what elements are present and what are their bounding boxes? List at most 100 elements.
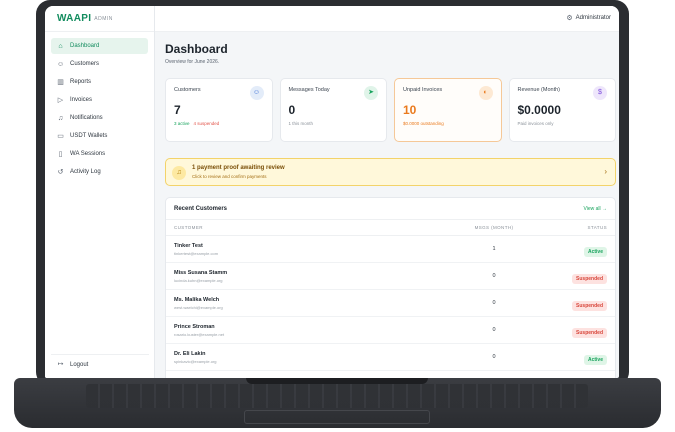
table-row[interactable]: Miss Susana Stamm lucinda.kuhn@example.o…: [166, 263, 615, 290]
column-header-status: STATUS: [587, 225, 607, 230]
status-badge: Suspended: [572, 301, 607, 311]
bar-chart-icon: ▥: [57, 78, 64, 86]
bell-icon: ♫: [57, 114, 64, 122]
brand[interactable]: WAAPI ADMIN: [45, 6, 154, 32]
sidebar-item-customers[interactable]: ☺ Customers: [51, 56, 148, 72]
msgs-count: 0: [492, 327, 496, 333]
stat-card-unpaid-invoices[interactable]: Unpaid Invoices ◐ 10 $0.0000 outstanding: [394, 78, 502, 142]
table-row[interactable]: Tinker Test tinkertest@example.com 1 Act…: [166, 236, 615, 263]
customer-cell: Miss Susana Stamm lucinda.kuhn@example.o…: [174, 270, 434, 283]
sidebar-item-usdt-wallets[interactable]: ▭ USDT Wallets: [51, 128, 148, 144]
status-cell: Suspended: [554, 321, 607, 339]
customer-email: spinkavic@example.org: [174, 358, 217, 364]
customer-email: tinkertest@example.com: [174, 250, 219, 256]
main-content: Dashboard Overview for June 2026. Custom…: [155, 32, 619, 378]
wallet-icon: ▭: [57, 132, 64, 140]
customer-name: Ms. Malika Welch: [174, 296, 220, 303]
bell-icon: ♫: [172, 166, 186, 180]
stats-row: Customers ☺ 7 3 active 4 suspended Messag…: [165, 78, 616, 142]
status-cell: Suspended: [554, 294, 607, 312]
customer-name: Dr. Eli Lakin: [174, 350, 206, 357]
msgs-count: 1: [492, 246, 496, 252]
stat-value: $0.0000: [517, 103, 561, 117]
column-header-customer: CUSTOMER: [174, 225, 203, 230]
msgs-count: 0: [492, 300, 496, 306]
customer-cell: Ms. Malika Welch west.waelchi@example.or…: [174, 297, 434, 310]
customer-cell: Prince Stroman rosario.kuster@example.ne…: [174, 324, 434, 337]
trackpad: [244, 410, 430, 424]
status-badge: Active: [583, 247, 607, 257]
recent-customers-card: Recent Customers View all → CUSTOMER MSG…: [165, 197, 616, 378]
chevron-right-icon: ›: [604, 167, 607, 176]
sidebar-item-label: Reports: [70, 79, 92, 85]
customer-email: rosario.kuster@example.net: [174, 331, 225, 337]
sidebar-item-activity-log[interactable]: ↺ Activity Log: [51, 164, 148, 180]
sidebar-item-label: Activity Log: [70, 169, 101, 175]
alert-title: 1 payment proof awaiting review: [192, 165, 285, 171]
stat-card-revenue[interactable]: Revenue (Month) $ $0.0000 Paid invoices …: [508, 78, 616, 142]
home-icon: ⌂: [58, 42, 63, 50]
stat-active-count: 3 active: [174, 121, 190, 126]
user-label: Administrator: [575, 15, 611, 21]
brand-subtitle: ADMIN: [94, 15, 113, 22]
laptop-frame: WAAPI ADMIN ⌂ Dashboard ☺ Customers ▥ Re…: [0, 0, 675, 432]
customer-cell: Tinker Test tinkertest@example.com: [174, 243, 434, 256]
sidebar-item-wa-sessions[interactable]: ▯ WA Sessions: [51, 146, 148, 162]
sidebar-nav: ⌂ Dashboard ☺ Customers ▥ Reports ▷ Invo…: [45, 32, 154, 188]
status-cell: Suspended: [554, 267, 607, 285]
table-row[interactable]: Dr. Eli Lakin spinkavic@example.org 0 Ac…: [166, 344, 615, 371]
sidebar-item-notifications[interactable]: ♫ Notifications: [51, 110, 148, 126]
customer-name: Tinker Test: [174, 242, 203, 249]
stat-value: 0: [288, 103, 296, 117]
tag-icon: ▷: [57, 96, 64, 104]
stat-sub: Paid invoices only: [517, 121, 554, 126]
sidebar-item-label: WA Sessions: [70, 151, 106, 157]
phone-icon: ▯: [58, 150, 63, 158]
stat-value: 7: [174, 103, 181, 117]
dollar-icon: $: [593, 86, 607, 100]
customer-name: Prince Stroman: [174, 323, 215, 330]
stat-suspended-count: 4 suspended: [193, 121, 220, 126]
table-row[interactable]: Prince Stroman rosario.kuster@example.ne…: [166, 317, 615, 344]
stat-card-customers[interactable]: Customers ☺ 7 3 active 4 suspended: [165, 78, 273, 142]
gear-icon: ⚙: [566, 15, 573, 22]
logout-icon: ↦: [57, 361, 64, 368]
stat-sub: 1 this month: [288, 121, 314, 126]
sidebar-item-reports[interactable]: ▥ Reports: [51, 74, 148, 90]
recent-customers-header: Recent Customers View all →: [166, 198, 615, 220]
sidebar-item-label: Dashboard: [70, 43, 100, 49]
sidebar-item-label: Customers: [70, 61, 100, 67]
status-cell: Active: [554, 240, 607, 258]
user-menu[interactable]: ⚙ Administrator: [566, 14, 611, 22]
view-all-link[interactable]: View all →: [583, 206, 607, 212]
table-row[interactable]: Ms. Malika Welch west.waelchi@example.or…: [166, 290, 615, 317]
status-badge: Active: [583, 355, 607, 365]
stat-sub: 3 active 4 suspended: [174, 121, 264, 126]
sidebar: WAAPI ADMIN ⌂ Dashboard ☺ Customers ▥ Re…: [45, 6, 155, 378]
table-header: CUSTOMER MSGS (MONTH) STATUS: [166, 220, 615, 236]
recent-customers-title: Recent Customers: [174, 205, 228, 212]
stat-value: 10: [403, 103, 417, 117]
sidebar-item-label: Notifications: [70, 115, 103, 121]
sidebar-item-label: USDT Wallets: [70, 133, 108, 139]
keyboard: [86, 384, 588, 408]
brand-name: WAAPI: [57, 13, 92, 24]
stat-card-messages-today[interactable]: Messages Today ➤ 0 1 this month: [279, 78, 387, 142]
sidebar-item-dashboard[interactable]: ⌂ Dashboard: [51, 38, 148, 54]
status-badge: Suspended: [572, 274, 607, 284]
screen: WAAPI ADMIN ⌂ Dashboard ☺ Customers ▥ Re…: [45, 6, 619, 378]
send-icon: ➤: [364, 86, 378, 100]
page-title: Dashboard: [165, 42, 228, 56]
msgs-count: 0: [492, 354, 496, 360]
sidebar-item-invoices[interactable]: ▷ Invoices: [51, 92, 148, 108]
msgs-count: 0: [492, 273, 496, 279]
logout-button[interactable]: ↦ Logout: [51, 354, 149, 370]
receipt-icon: ◐: [478, 86, 493, 100]
users-icon: ☺: [57, 60, 65, 68]
status-badge: Suspended: [572, 328, 607, 338]
customer-cell: Dr. Eli Lakin spinkavic@example.org: [174, 351, 434, 364]
alert-subtitle: Click to review and confirm payments: [192, 174, 267, 179]
sidebar-item-label: Invoices: [70, 97, 93, 103]
column-header-msgs: MSGS (MONTH): [474, 225, 514, 230]
payment-proof-alert[interactable]: ♫ 1 payment proof awaiting review Click …: [165, 158, 616, 186]
